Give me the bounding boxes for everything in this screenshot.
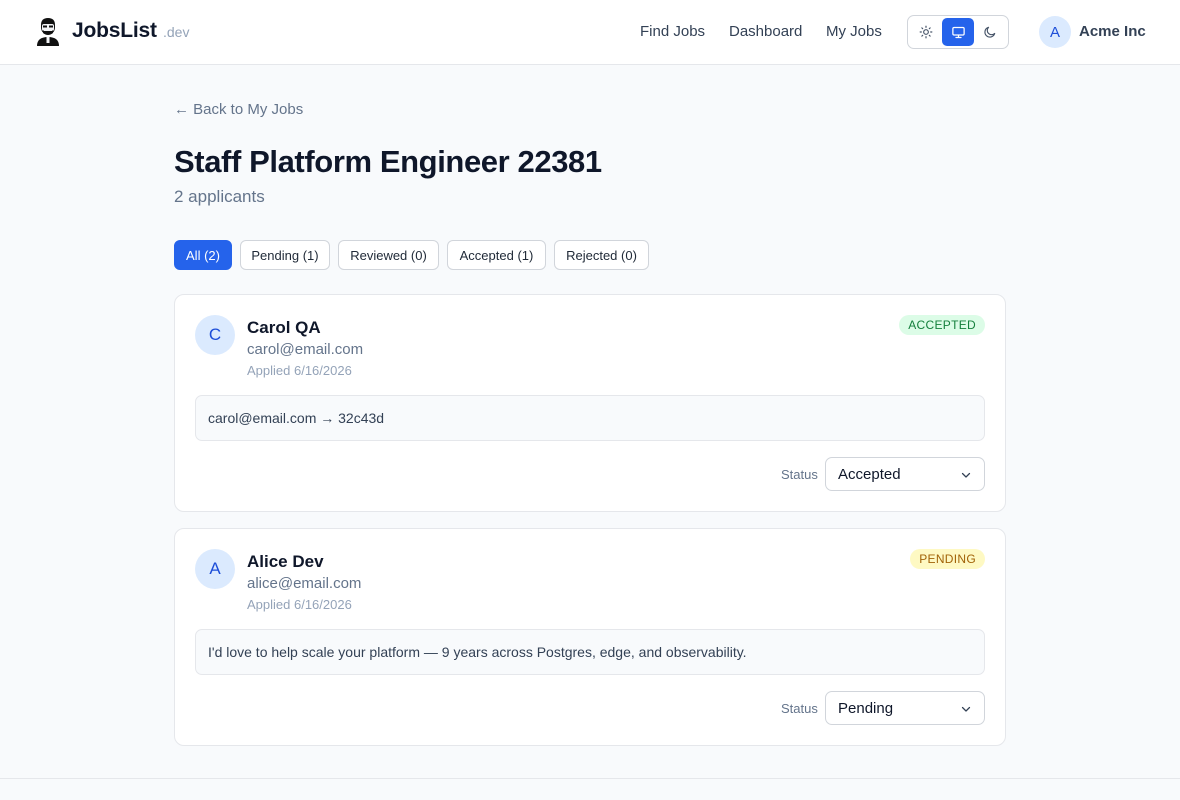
nav-my-jobs[interactable]: My Jobs — [826, 23, 882, 40]
monitor-icon — [951, 26, 965, 38]
applicant-name: Alice Dev — [247, 552, 324, 571]
status-select[interactable]: Accepted — [825, 457, 985, 491]
filter-accepted[interactable]: Accepted (1) — [447, 240, 546, 270]
applicant-avatar: A — [195, 549, 235, 589]
theme-toggle — [907, 15, 1009, 49]
filter-all[interactable]: All (2) — [174, 240, 232, 270]
page-title: Staff Platform Engineer 22381 — [174, 144, 602, 179]
applicant-avatar: C — [195, 315, 235, 355]
top-header: JobsList .dev Find Jobs Dashboard My Job… — [0, 0, 1180, 65]
brand-suffix: .dev — [163, 24, 190, 40]
nav-find-jobs[interactable]: Find Jobs — [640, 23, 705, 40]
filter-pending[interactable]: Pending (1) — [240, 240, 330, 270]
cover-message: carol@email.com → 32c43d — [195, 395, 985, 441]
chevron-down-icon — [961, 706, 971, 712]
footer-divider — [0, 778, 1180, 779]
status-label: Status — [781, 467, 818, 482]
status-select-value: Pending — [838, 699, 894, 717]
status-badge: PENDING — [910, 549, 985, 569]
theme-light-button[interactable] — [910, 18, 942, 46]
applied-date: Applied 6/16/2026 — [247, 363, 352, 378]
applicant-count: 2 applicants — [174, 187, 265, 206]
cover-message: I'd love to help scale your platform — 9… — [195, 629, 985, 675]
applicant-email: alice@email.com — [247, 575, 362, 592]
sun-icon — [919, 25, 933, 39]
user-avatar[interactable]: A — [1039, 16, 1071, 48]
theme-system-button[interactable] — [942, 18, 974, 46]
moon-icon — [984, 26, 996, 38]
back-link[interactable]: ← Back to My Jobs — [174, 101, 303, 118]
status-badge: ACCEPTED — [899, 315, 985, 335]
status-select[interactable]: Pending — [825, 691, 985, 725]
nav-dashboard[interactable]: Dashboard — [729, 23, 802, 40]
status-label: Status — [781, 701, 818, 716]
chevron-down-icon — [961, 472, 971, 478]
applicant-card: C Carol QA carol@email.com Applied 6/16/… — [174, 294, 1006, 512]
applicant-name: Carol QA — [247, 318, 321, 337]
applied-date: Applied 6/16/2026 — [247, 597, 352, 612]
applicant-card: A Alice Dev alice@email.com Applied 6/16… — [174, 528, 1006, 746]
theme-dark-button[interactable] — [974, 18, 1006, 46]
brand-name[interactable]: JobsList — [72, 19, 157, 43]
applicant-email: carol@email.com — [247, 341, 364, 358]
filter-reviewed[interactable]: Reviewed (0) — [338, 240, 439, 270]
company-name[interactable]: Acme Inc — [1079, 23, 1146, 40]
filter-rejected[interactable]: Rejected (0) — [554, 240, 649, 270]
logo-icon[interactable] — [36, 16, 60, 46]
status-select-value: Accepted — [838, 465, 901, 483]
